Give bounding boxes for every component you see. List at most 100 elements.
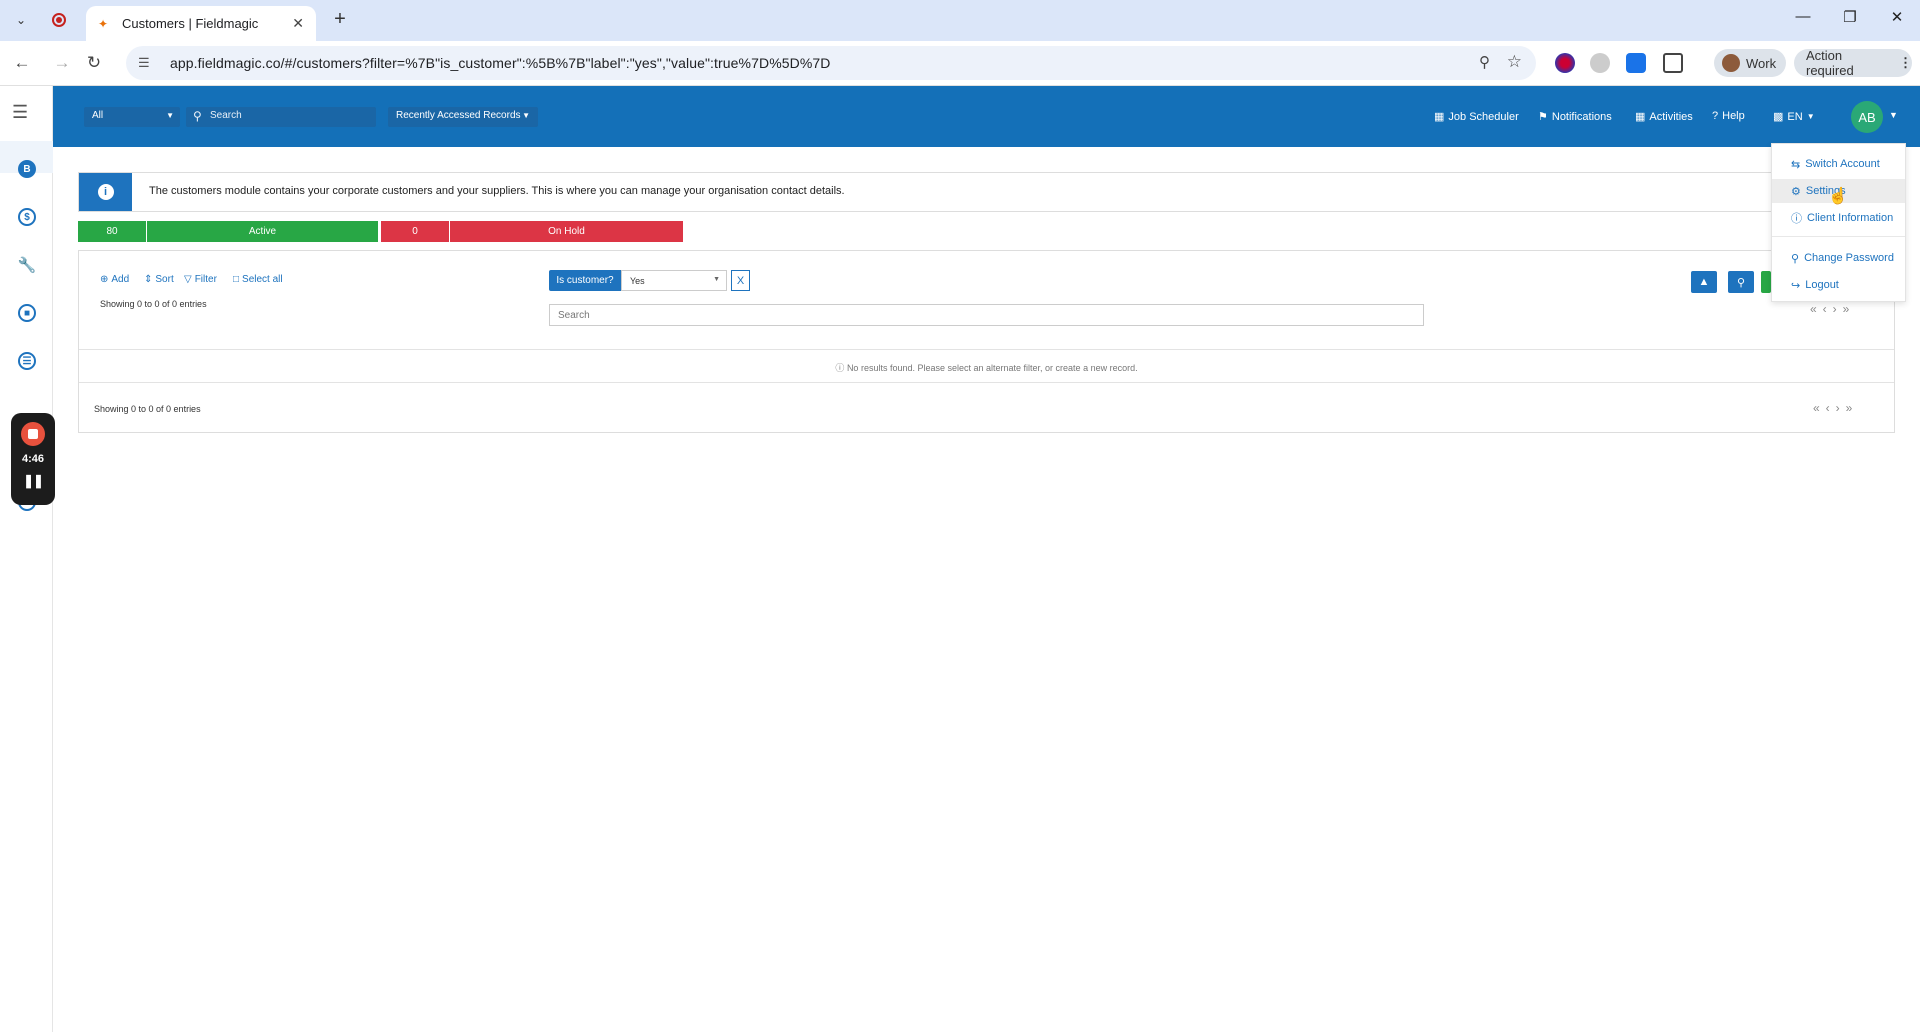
minimize-icon[interactable]: — — [1788, 8, 1818, 32]
notifications-link[interactable]: ⚑ Notifications — [1538, 110, 1612, 124]
new-tab-button[interactable]: + — [328, 8, 352, 32]
table-search-input[interactable]: Search — [549, 304, 1424, 326]
search-scope-value: All — [92, 110, 104, 121]
activities-label: Activities — [1649, 110, 1693, 123]
briefcase-nav-icon[interactable]: ■ — [18, 304, 36, 322]
site-info-icon[interactable]: ☰ — [138, 55, 156, 71]
info-circle-icon: ⓘ — [1791, 213, 1802, 225]
extensions-puzzle-icon[interactable] — [1663, 53, 1683, 73]
window-close-icon[interactable]: ✕ — [1882, 8, 1912, 32]
active-status-tab[interactable]: Active — [147, 221, 378, 242]
chevron-down-icon: ▼ — [713, 276, 720, 283]
forward-arrow-icon[interactable]: → — [48, 49, 76, 77]
plus-circle-icon: ⊕ — [100, 274, 109, 285]
more-vert-icon: ⋮ — [1899, 55, 1912, 70]
address-bar[interactable]: ☰ app.fieldmagic.co/#/customers?filter=%… — [126, 46, 1536, 80]
change-password-item[interactable]: ⚲ Change Password — [1772, 246, 1905, 270]
browser-tab-active[interactable]: ✦ Customers | Fieldmagic ✕ — [86, 6, 316, 41]
restore-icon[interactable]: ❐ — [1835, 8, 1865, 32]
filter-chip-value-select[interactable]: Yes ▼ — [621, 270, 727, 291]
back-arrow-icon[interactable]: ← — [8, 49, 36, 77]
filter-label: Filter — [194, 274, 217, 285]
recent-records-label: Recently Accessed Records — [396, 110, 521, 121]
menu-divider — [1772, 236, 1905, 237]
select-all-checkbox[interactable]: □ Select all — [233, 274, 283, 285]
client-information-label: Client Information — [1807, 212, 1894, 224]
filter-clear-button[interactable]: X — [731, 270, 750, 291]
calendar-icon: ▦ — [1434, 111, 1445, 123]
search-button[interactable]: ⚲ — [1728, 271, 1754, 293]
help-label: Help — [1722, 110, 1745, 122]
url-text[interactable]: app.fieldmagic.co/#/customers?filter=%7B… — [170, 55, 831, 71]
logout-label: Logout — [1805, 279, 1839, 291]
bookmark-star-icon[interactable]: ☆ — [1507, 52, 1522, 72]
wrench-nav-icon[interactable]: 🔧 — [18, 256, 37, 274]
recording-time: 4:46 — [21, 453, 45, 465]
on-hold-status-tab[interactable]: On Hold — [450, 221, 683, 242]
reload-icon[interactable]: ↻ — [80, 49, 108, 77]
divider — [79, 349, 1894, 350]
user-avatar-button[interactable]: AB — [1851, 101, 1883, 133]
switch-account-label: Switch Account — [1805, 158, 1880, 170]
browser-tab-bar: ⌄ ✦ Customers | Fieldmagic ✕ + — ❐ ✕ — [0, 0, 1920, 41]
language-select[interactable]: ▩ EN ▼ — [1773, 110, 1815, 124]
add-label: Add — [111, 274, 130, 285]
extension-color-icon[interactable] — [1555, 53, 1575, 73]
checkbox-icon: □ — [233, 274, 240, 285]
green-action-button[interactable] — [1761, 271, 1771, 293]
recent-records-select[interactable]: Recently Accessed Records ▼ — [388, 107, 538, 127]
hamburger-menu-icon[interactable]: ☰ — [12, 102, 28, 123]
dollar-nav-icon[interactable]: $ — [18, 208, 36, 226]
chevron-down-icon: ▼ — [166, 111, 174, 120]
tab-title: Customers | Fieldmagic — [122, 16, 259, 31]
avatar-initials: AB — [1858, 109, 1876, 125]
add-button[interactable]: ⊕ Add — [100, 274, 129, 285]
global-search-input[interactable]: ⚲ Search — [186, 107, 376, 127]
sort-button[interactable]: ⇕ Sort — [144, 274, 174, 285]
entries-count-top: Showing 0 to 0 of 0 entries — [100, 299, 207, 309]
filter-button[interactable]: ▽ Filter — [184, 274, 217, 285]
user-dropdown-menu: ⇆ Switch Account ⚙ Settings ⓘ Client Inf… — [1771, 143, 1906, 302]
logout-item[interactable]: ↪ Logout — [1772, 273, 1905, 297]
active-count-badge[interactable]: 80 — [78, 221, 146, 242]
select-all-label: Select all — [242, 274, 283, 285]
screen-recorder-widget: 4:46 ❚❚ — [11, 413, 55, 505]
key-icon: ⚲ — [1791, 252, 1800, 265]
profile-avatar — [1722, 54, 1740, 72]
upload-button[interactable]: ▲ — [1691, 271, 1717, 293]
stop-recording-button[interactable] — [21, 422, 45, 446]
bell-icon: ⚑ — [1538, 111, 1548, 123]
activities-link[interactable]: ▦ Activities — [1635, 110, 1693, 124]
no-results-message: ⓘ No results found. Please select an alt… — [79, 361, 1894, 374]
tab-close-icon[interactable]: ✕ — [292, 15, 304, 32]
on-hold-count-badge[interactable]: 0 — [381, 221, 449, 242]
switch-account-item[interactable]: ⇆ Switch Account — [1772, 152, 1905, 176]
sort-label: Sort — [155, 274, 174, 285]
action-required-button[interactable]: Action required ⋮ — [1794, 48, 1912, 78]
no-results-text: No results found. Please select an alter… — [846, 363, 1138, 373]
extension-gray-icon[interactable] — [1590, 53, 1610, 73]
sign-out-icon: ↪ — [1791, 279, 1801, 292]
info-circle-icon: ⓘ — [835, 363, 845, 373]
switch-arrows-icon: ⇆ — [1791, 158, 1801, 171]
avatar-chevron-down-icon[interactable]: ▼ — [1889, 110, 1898, 120]
client-information-item[interactable]: ⓘ Client Information — [1772, 206, 1905, 230]
job-scheduler-link[interactable]: ▦ Job Scheduler — [1434, 110, 1519, 124]
pagination-bottom[interactable]: «‹›» — [1813, 401, 1858, 415]
extension-blue-icon[interactable] — [1626, 53, 1646, 73]
customers-nav-icon[interactable]: B — [18, 160, 36, 178]
help-link[interactable]: ? Help — [1712, 110, 1745, 122]
zoom-icon[interactable]: ⚲ — [1479, 53, 1490, 71]
tab-list-chevron-icon[interactable]: ⌄ — [10, 9, 32, 31]
fieldmagic-favicon-icon: ✦ — [98, 16, 109, 31]
database-nav-icon[interactable]: ☰ — [18, 352, 36, 370]
pagination-top[interactable]: «‹›» — [1810, 302, 1855, 316]
search-scope-select[interactable]: All ▼ — [84, 107, 180, 127]
notifications-label: Notifications — [1551, 110, 1612, 123]
profile-button[interactable]: Work — [1714, 49, 1786, 77]
info-icon-box: i — [79, 173, 132, 211]
pause-icon[interactable]: ❚❚ — [11, 473, 55, 489]
app-left-nav: ☰ B $ 🔧 ■ ☰ □ — [0, 86, 53, 1032]
chevron-down-icon: ▼ — [522, 111, 530, 120]
browser-toolbar: ← → ↻ ☰ app.fieldmagic.co/#/customers?fi… — [0, 41, 1920, 86]
